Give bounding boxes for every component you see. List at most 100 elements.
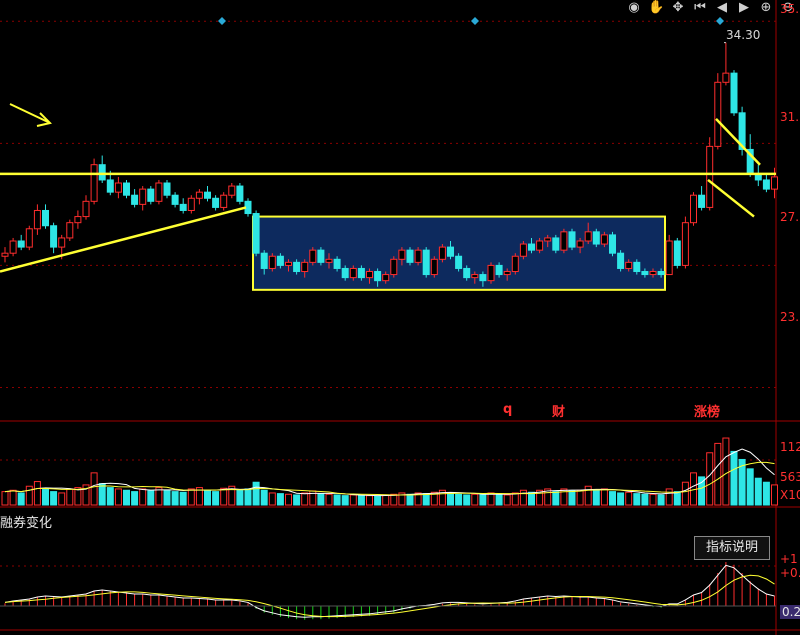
candle-body-23 xyxy=(179,203,187,211)
candle-body-7 xyxy=(50,225,58,248)
high-price-label: 34.30 xyxy=(726,28,761,42)
volume-bar-49 xyxy=(390,493,398,506)
volume-bar-3 xyxy=(17,492,25,506)
volume-bar-90 xyxy=(722,437,730,506)
volume-bar-58 xyxy=(463,494,471,506)
volume-bar-85 xyxy=(681,481,689,506)
candle-body-96 xyxy=(771,176,778,190)
indicator-axis-label-1: +1 xyxy=(780,552,798,566)
zoom-in-icon[interactable]: ⊕ xyxy=(758,0,774,16)
candle-body-76 xyxy=(609,234,616,254)
candle-body-91 xyxy=(730,72,738,114)
price-axis-label-1: 35. xyxy=(780,2,800,16)
eye-icon[interactable]: ◉ xyxy=(626,0,642,16)
candle-body-50 xyxy=(398,249,406,260)
volume-bar-40 xyxy=(317,493,325,506)
volume-bar-75 xyxy=(600,488,608,506)
candle-body-80 xyxy=(641,271,649,276)
flag-lower-line xyxy=(707,178,755,218)
volume-bar-96 xyxy=(771,484,778,506)
candle-body-67 xyxy=(536,240,544,251)
volume-bar-24 xyxy=(187,488,195,506)
event-marker-1 xyxy=(218,17,226,25)
candle-body-84 xyxy=(673,240,681,266)
volume-bar-18 xyxy=(139,488,147,506)
candle-body-9 xyxy=(66,222,74,239)
candle-body-27 xyxy=(212,197,220,208)
candle-body-57 xyxy=(455,255,463,269)
hand-icon[interactable]: ✋ xyxy=(648,0,664,16)
volume-bar-93 xyxy=(746,468,754,506)
volume-bar-41 xyxy=(325,493,333,506)
candle-body-4 xyxy=(25,228,33,248)
volume-bar-77 xyxy=(617,492,625,506)
volume-bar-48 xyxy=(382,494,390,506)
candle-body-60 xyxy=(479,274,487,282)
candle-body-73 xyxy=(584,231,592,242)
volume-bar-15 xyxy=(114,488,122,506)
volume-bar-30 xyxy=(236,489,244,506)
event-tag-q[interactable]: q xyxy=(503,402,512,417)
candle-body-52 xyxy=(414,249,422,263)
candle-body-10 xyxy=(74,216,82,224)
candle-body-77 xyxy=(617,252,625,269)
candle-body-22 xyxy=(171,194,179,205)
indicator-axis-label-2: +0. xyxy=(780,566,800,580)
candle-body-20 xyxy=(155,182,163,202)
volume-bar-16 xyxy=(123,489,130,506)
volume-bar-9 xyxy=(66,488,74,506)
candle-body-2 xyxy=(9,240,17,254)
pan-icon[interactable]: ✥ xyxy=(670,0,686,16)
volume-bar-13 xyxy=(98,483,106,506)
indicator-panel-title: 融券变化 xyxy=(0,516,53,531)
candle-body-6 xyxy=(42,209,49,227)
volume-bar-66 xyxy=(528,491,535,506)
volume-bar-1 xyxy=(1,491,9,506)
candle-body-1 xyxy=(1,252,9,257)
volume-bar-71 xyxy=(568,490,576,506)
candle-body-66 xyxy=(528,243,535,251)
event-marker-2 xyxy=(471,17,479,25)
candle-body-86 xyxy=(690,194,697,224)
candle-body-5 xyxy=(33,209,41,230)
volume-bar-60 xyxy=(479,494,487,506)
next-icon[interactable]: ▶ xyxy=(736,0,752,16)
volume-bar-2 xyxy=(9,489,17,506)
candle-body-62 xyxy=(495,264,503,276)
volume-bar-51 xyxy=(406,493,414,506)
candle-body-39 xyxy=(309,249,317,263)
volume-bar-43 xyxy=(341,495,349,506)
volume-bar-72 xyxy=(576,489,584,506)
volume-bar-57 xyxy=(455,493,463,506)
volume-bar-65 xyxy=(519,489,527,506)
event-marker-3 xyxy=(716,17,724,25)
indicator-help-button[interactable]: 指标说明 xyxy=(694,536,770,560)
candle-body-8 xyxy=(58,237,66,248)
first-icon[interactable]: ⏮ xyxy=(692,0,708,16)
candle-body-42 xyxy=(333,258,341,269)
volume-bar-47 xyxy=(374,495,382,506)
candle-body-82 xyxy=(657,271,665,276)
volume-bar-4 xyxy=(25,485,33,506)
event-tag-zhangbang[interactable]: 涨榜 xyxy=(694,401,720,420)
volume-axis-label-2: 563 xyxy=(780,470,800,484)
prev-icon[interactable]: ◀ xyxy=(714,0,730,16)
volume-bar-38 xyxy=(301,492,309,506)
volume-bar-32 xyxy=(252,481,260,506)
candle-body-41 xyxy=(325,258,333,263)
candle-body-70 xyxy=(560,231,568,251)
candle-body-83 xyxy=(665,240,673,276)
volume-bar-14 xyxy=(106,487,114,506)
candle-body-17 xyxy=(131,194,139,205)
candle-body-46 xyxy=(366,271,373,279)
event-tag-cai[interactable]: 财 xyxy=(552,401,565,420)
price-axis-label-2: 31. xyxy=(780,110,800,124)
candle-body-14 xyxy=(106,179,114,193)
volume-axis-label-3: X10 xyxy=(780,488,800,502)
volume-bar-21 xyxy=(163,489,171,506)
candle-body-49 xyxy=(390,258,398,276)
volume-bar-79 xyxy=(633,493,641,506)
candle-body-28 xyxy=(220,194,228,208)
flag-upper-line xyxy=(715,118,761,166)
volume-bar-34 xyxy=(268,492,276,506)
